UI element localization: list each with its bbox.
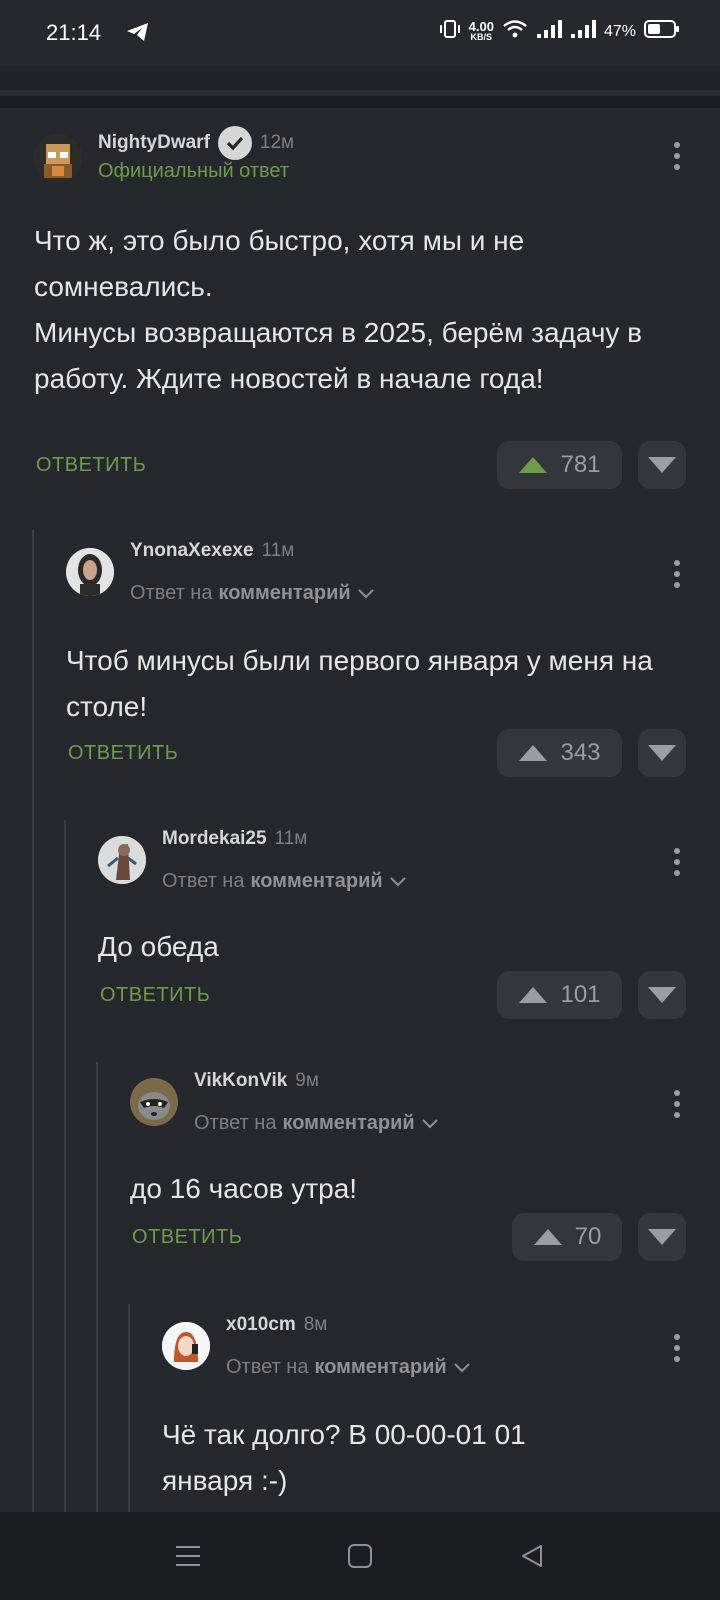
more-menu-icon[interactable] — [667, 842, 687, 882]
chevron-down-icon — [421, 1118, 438, 1128]
recent-apps-button[interactable] — [166, 1534, 210, 1578]
network-speed-unit: KB/S — [470, 31, 493, 42]
verified-icon — [217, 126, 252, 160]
upvote-arrow-icon — [519, 745, 548, 761]
more-menu-icon[interactable] — [667, 1328, 687, 1368]
downvote-arrow-icon — [648, 745, 676, 761]
downvote-arrow-icon — [648, 457, 676, 473]
reply-to-link[interactable]: Ответ на комментарий — [226, 1356, 471, 1379]
reply-button[interactable]: ОТВЕТИТЬ — [132, 1226, 242, 1249]
comment-text: до 16 часов утра! — [130, 1173, 358, 1204]
downvote-button[interactable] — [638, 729, 686, 777]
comment-author[interactable]: NightyDwarf 12м — [98, 126, 294, 160]
reply-button[interactable]: ОТВЕТИТЬ — [68, 742, 178, 765]
back-button[interactable] — [510, 1534, 554, 1578]
avatar[interactable] — [66, 548, 114, 596]
downvote-button[interactable] — [638, 441, 686, 489]
upvote-button[interactable]: 70 — [512, 1213, 622, 1261]
signal-icon — [536, 19, 562, 44]
comment-time: 9м — [295, 1070, 319, 1091]
reply-to-link[interactable]: Ответ на комментарий — [162, 870, 407, 893]
comment-author[interactable]: YnonaXexexe 11м — [130, 540, 294, 562]
status-icons: 4.00 KB/S 47% — [439, 18, 680, 45]
vote-count: 101 — [560, 981, 601, 1008]
comment-time: 8м — [303, 1314, 328, 1335]
reply-button[interactable]: ОТВЕТИТЬ — [100, 984, 210, 1007]
official-answer-badge: Официальный ответ — [98, 160, 290, 182]
comment-thread[interactable]: NightyDwarf 12м Официальный ответ Что ж,… — [0, 108, 720, 1512]
reply-to-link[interactable]: Ответ на комментарий — [194, 1112, 439, 1135]
network-speed-value: 4.00 — [468, 18, 494, 34]
reply-button[interactable]: ОТВЕТИТЬ — [36, 454, 146, 477]
reply-to-target[interactable]: комментарий — [314, 1356, 446, 1379]
more-menu-icon[interactable] — [667, 1084, 687, 1124]
vibrate-icon — [439, 18, 461, 45]
author-name[interactable]: x010cm — [226, 1314, 296, 1336]
comment-x010cm: x010cm 8м Ответ на комментарий Чё так до… — [0, 1300, 720, 1512]
comment-nightydwarf: NightyDwarf 12м Официальный ответ Что ж,… — [0, 108, 720, 508]
top-divider — [0, 90, 720, 108]
comment-vikkonvik: VikKonVik 9м Ответ на комментарий до 16 … — [0, 1058, 720, 1298]
downvote-button[interactable] — [638, 971, 686, 1019]
avatar[interactable] — [34, 134, 82, 182]
comment-text: Чё так долго? В 00-00-01 01 января :-) — [162, 1419, 526, 1496]
reply-to-link[interactable]: Ответ на комментарий — [130, 582, 375, 605]
downvote-arrow-icon — [648, 987, 676, 1003]
more-menu-icon[interactable] — [667, 554, 687, 594]
comment-author[interactable]: x010cm 8м — [226, 1314, 327, 1336]
reply-to-prefix: Ответ на — [162, 870, 245, 892]
network-speed: 4.00 KB/S — [468, 18, 494, 42]
chevron-down-icon — [389, 876, 406, 886]
status-time: 21:14 — [46, 20, 102, 45]
comment-mordekai25: Mordekai25 11м Ответ на комментарий До о… — [0, 816, 720, 1056]
reply-to-prefix: Ответ на — [226, 1356, 309, 1378]
reply-to-prefix: Ответ на — [130, 582, 213, 604]
avatar[interactable] — [162, 1322, 210, 1370]
upvote-button[interactable]: 101 — [497, 971, 622, 1019]
author-name[interactable]: YnonaXexexe — [130, 540, 254, 562]
upvote-arrow-icon — [519, 987, 548, 1003]
comment-text: До обеда — [98, 931, 219, 962]
reply-to-target[interactable]: комментарий — [218, 582, 350, 605]
upvote-arrow-icon — [533, 1229, 562, 1245]
home-button[interactable] — [338, 1534, 382, 1578]
system-navigation-bar — [0, 1512, 720, 1600]
vote-count: 781 — [560, 451, 601, 478]
avatar[interactable] — [98, 836, 146, 884]
downvote-button[interactable] — [638, 1213, 686, 1261]
back-triangle-icon — [522, 1545, 542, 1567]
chevron-down-icon — [357, 588, 374, 598]
comment-time: 11м — [274, 828, 308, 849]
home-square-icon — [348, 1544, 372, 1568]
avatar[interactable] — [130, 1078, 178, 1126]
telegram-icon — [126, 22, 150, 47]
upvote-arrow-icon — [519, 457, 548, 473]
comment-ynonaxexexe: YnonaXexexe 11м Ответ на комментарий Что… — [0, 528, 720, 808]
status-bar: 21:14 4.00 KB/S 47% — [0, 0, 720, 66]
reply-to-target[interactable]: комментарий — [250, 870, 382, 893]
reply-to-prefix: Ответ на — [194, 1112, 277, 1134]
comment-author[interactable]: VikKonVik 9м — [194, 1070, 319, 1092]
reply-to-target[interactable]: комментарий — [282, 1112, 414, 1135]
menu-icon — [176, 1546, 200, 1566]
author-name[interactable]: Mordekai25 — [162, 828, 267, 850]
comment-text: Что ж, это было быстро, хотя мы и не сом… — [34, 225, 643, 394]
vote-count: 70 — [574, 1223, 602, 1250]
author-name[interactable]: VikKonVik — [194, 1070, 287, 1092]
downvote-arrow-icon — [648, 1229, 676, 1245]
comment-time: 12м — [259, 132, 295, 153]
signal-icon-2 — [570, 19, 596, 44]
comment-author[interactable]: Mordekai25 11м — [162, 828, 307, 850]
more-menu-icon[interactable] — [667, 136, 687, 176]
upvote-button[interactable]: 343 — [497, 729, 622, 777]
wifi-icon — [502, 19, 528, 44]
battery-percent: 47% — [603, 22, 636, 40]
author-name[interactable]: NightyDwarf — [98, 132, 210, 154]
chevron-down-icon — [453, 1362, 470, 1372]
battery-icon — [644, 19, 680, 44]
vote-count: 343 — [560, 739, 601, 766]
comment-text: Чтоб минусы были первого января у меня н… — [66, 645, 653, 722]
comment-time: 11м — [261, 540, 295, 561]
upvote-button[interactable]: 781 — [497, 441, 622, 489]
